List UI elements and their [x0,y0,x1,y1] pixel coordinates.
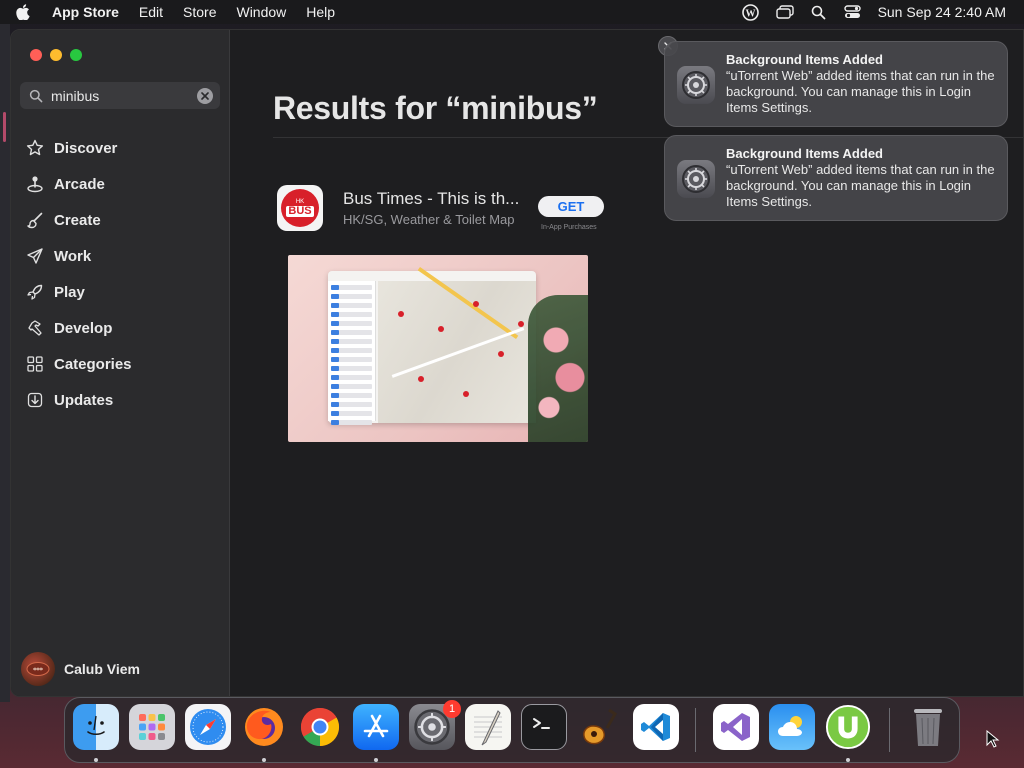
menu-bar: App Store Edit Store Window Help W Sun S… [0,0,1024,24]
control-center-icon[interactable] [844,4,862,20]
notification-card[interactable]: Background Items Added “uTorrent Web” ad… [664,41,1008,127]
sidebar-item-categories[interactable]: Categories [11,346,230,382]
search-field[interactable]: minibus [20,82,220,109]
app-store-window: minibus Discover Arcade Create Work Play… [10,29,1024,697]
screenshot-list [328,281,376,425]
menu-clock[interactable]: Sun Sep 24 2:40 AM [878,4,1006,20]
hammer-icon [25,318,45,338]
sidebar-item-discover[interactable]: Discover [11,130,230,166]
apple-logo-icon[interactable] [16,4,36,20]
sidebar-nav: Discover Arcade Create Work Play Develop [11,130,230,418]
notification-badge: 1 [443,700,461,718]
in-app-purchases-label: In-App Purchases [541,224,597,231]
window-controls [30,49,82,61]
user-name: Calub Viem [64,661,140,677]
bus-logo-icon: HK BUS [281,189,319,227]
visual-studio-icon[interactable] [713,704,759,750]
textedit-icon[interactable] [465,704,511,750]
main-content: Results for “minibus” HK BUS Bus Times -… [231,30,1023,696]
svg-text:W: W [746,8,756,19]
background-window-edge [0,22,10,702]
wordpress-icon[interactable]: W [742,3,760,21]
weather-icon[interactable] [769,704,815,750]
sidebar-item-label: Work [54,247,92,265]
bus-times-app-icon[interactable]: HK BUS [277,185,323,231]
app-name[interactable]: Bus Times - This is th... [343,189,519,209]
utorrent-icon[interactable] [825,704,871,750]
sidebar-item-label: Develop [54,319,113,337]
spotlight-search-icon[interactable] [810,4,828,20]
launchpad-icon[interactable] [129,704,175,750]
notification-title: Background Items Added [726,146,883,161]
sidebar-item-label: Discover [54,139,118,157]
page-title: Results for “minibus” [273,90,598,126]
bus-logo-text: BUS [286,205,314,217]
clear-search-button[interactable] [197,87,213,104]
notification-body: “uTorrent Web” added items that can run … [726,162,995,209]
sidebar-item-work[interactable]: Work [11,238,230,274]
chrome-icon[interactable] [297,704,343,750]
screenshot-flowers [528,295,588,442]
get-button[interactable]: GET [538,196,604,217]
app-store-icon[interactable] [353,704,399,750]
screenshot-window-preview [328,266,536,425]
sidebar-item-develop[interactable]: Develop [11,310,230,346]
sidebar: minibus Discover Arcade Create Work Play… [11,30,230,696]
system-settings-icon [677,66,715,104]
zoom-window-button[interactable] [70,49,82,61]
menu-app-name[interactable]: App Store [52,4,119,20]
system-settings-icon[interactable]: 1 [409,700,461,750]
search-result-row[interactable]: HK BUS Bus Times - This is th... HK/SG, … [277,185,607,233]
safari-icon[interactable] [185,704,231,750]
sidebar-item-updates[interactable]: Updates [11,382,230,418]
minimize-window-button[interactable] [50,49,62,61]
sidebar-item-arcade[interactable]: Arcade [11,166,230,202]
sidebar-item-label: Categories [54,355,132,373]
app-screenshot[interactable] [288,255,588,442]
paperplane-icon [25,246,45,266]
search-icon [29,89,43,103]
menu-edit[interactable]: Edit [139,4,163,20]
dock-separator [889,708,890,752]
sidebar-item-play[interactable]: Play [11,274,230,310]
notification-title: Background Items Added [726,52,883,67]
screenshot-map [378,266,536,423]
notification-body: “uTorrent Web” added items that can run … [726,68,995,115]
mouse-cursor-icon [986,729,1000,748]
avatar [21,652,55,686]
sidebar-item-label: Arcade [54,175,105,193]
app-subtitle: HK/SG, Weather & Toilet Map [343,212,515,227]
search-input[interactable]: minibus [51,88,197,104]
dock: 1 [64,697,960,763]
garageband-icon[interactable] [577,704,623,750]
download-icon [25,390,45,410]
sidebar-item-create[interactable]: Create [11,202,230,238]
menu-window[interactable]: Window [236,4,286,20]
dock-separator [695,708,696,752]
screen-mirroring-icon[interactable] [775,4,794,20]
sidebar-item-label: Play [54,283,85,301]
sidebar-item-label: Updates [54,391,114,409]
close-window-button[interactable] [30,49,42,61]
account-button[interactable]: Calub Viem [21,652,140,686]
background-window-accent [3,112,6,142]
system-settings-icon [677,160,715,198]
vscode-icon[interactable] [633,704,679,750]
firefox-icon[interactable] [241,704,287,750]
star-icon [25,138,45,158]
rocket-icon [25,282,45,302]
terminal-icon[interactable] [521,704,567,750]
menu-help[interactable]: Help [306,4,335,20]
paintbrush-icon [25,210,45,230]
grid-icon [25,354,45,374]
menu-store[interactable]: Store [183,4,216,20]
joystick-icon [25,174,45,194]
notification-card[interactable]: Background Items Added “uTorrent Web” ad… [664,135,1008,221]
finder-icon[interactable] [73,704,119,750]
trash-icon[interactable] [905,704,951,750]
sidebar-item-label: Create [54,211,101,229]
